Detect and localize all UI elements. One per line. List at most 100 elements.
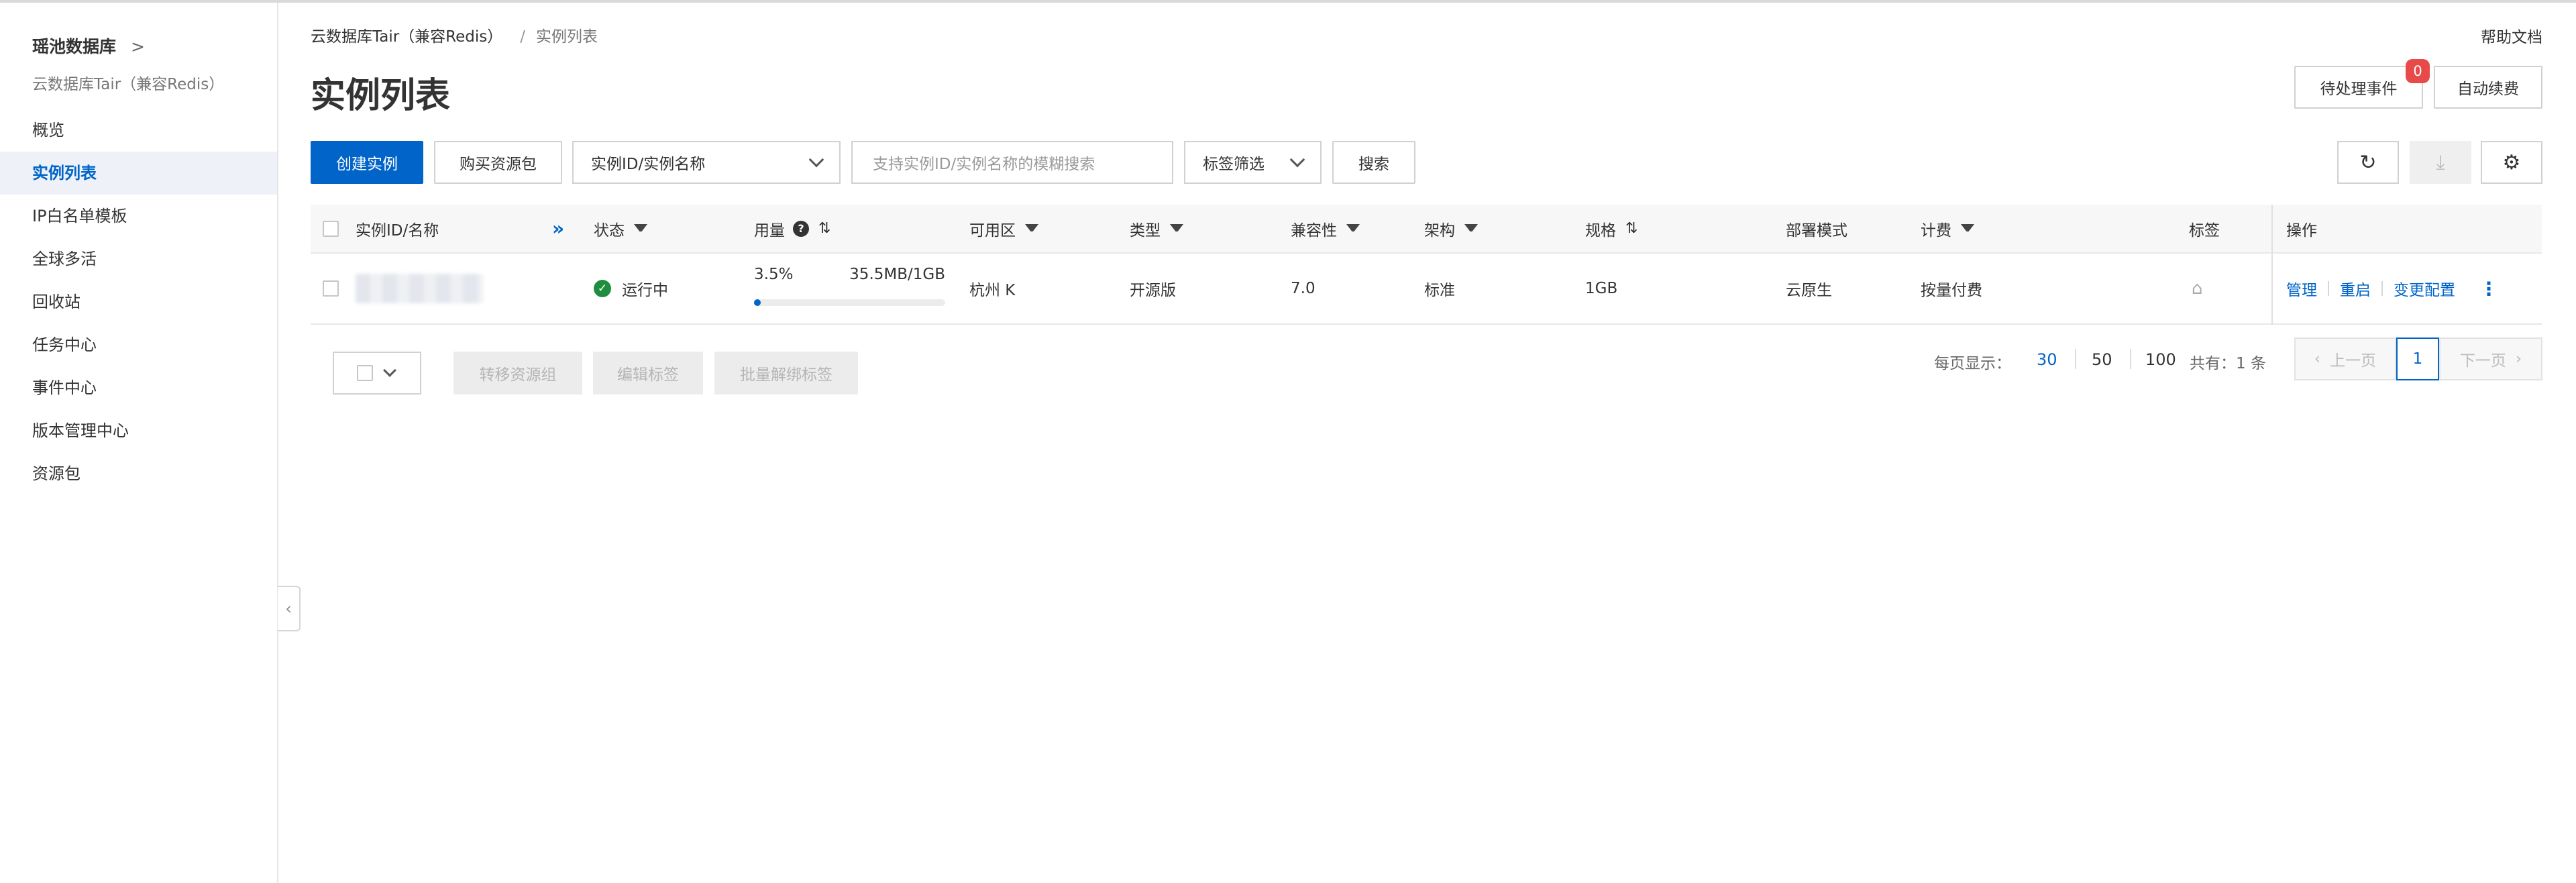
prev-page-label: 上一页 (2330, 352, 2377, 370)
sidebar-item-overview[interactable]: 概览 (0, 109, 277, 152)
divider (2130, 349, 2131, 369)
chevron-right-icon: › (2515, 350, 2522, 368)
tag-filter-select[interactable]: 标签筛选 (1184, 141, 1322, 184)
col-billing[interactable]: 计费 (1921, 205, 1974, 252)
search-input[interactable]: 支持实例ID/实例名称的模糊搜索 (851, 141, 1173, 184)
page-1-button[interactable]: 1 (2396, 337, 2439, 380)
sidebar-item-version-center[interactable]: 版本管理中心 (0, 409, 277, 452)
sort-icon[interactable]: ⇅ (818, 220, 830, 237)
buy-resource-package-button[interactable]: 购买资源包 (434, 141, 562, 184)
sidebar-header: 瑶池数据库 > 云数据库Tair（兼容Redis） (32, 34, 224, 94)
settings-button[interactable]: ⚙ (2481, 141, 2542, 184)
col-usage-label: 用量 (754, 221, 785, 240)
breadcrumb-parent[interactable]: 云数据库Tair（兼容Redis） (311, 28, 502, 46)
move-resource-group-button[interactable]: 转移资源组 (453, 352, 582, 395)
sidebar-item-task-center[interactable]: 任务中心 (0, 323, 277, 366)
sidebar-item-ip-whitelist[interactable]: IP白名单模板 (0, 195, 277, 238)
col-tags: 标签 (2189, 221, 2220, 240)
help-docs-link[interactable]: 帮助文档 (2481, 24, 2542, 47)
instance-id-redacted[interactable] (356, 254, 483, 323)
tag-icon[interactable]: ⌂ (2192, 254, 2203, 323)
spec-cell: 1GB (1585, 280, 1618, 297)
breadcrumb-current: 实例列表 (536, 28, 598, 46)
redacted-text (356, 274, 483, 303)
filter-icon (1961, 224, 1974, 238)
col-type[interactable]: 类型 (1130, 205, 1183, 252)
chevron-down-icon (1289, 152, 1305, 168)
select-all-checkbox[interactable] (323, 205, 339, 252)
status-cell: ✓ 运行中 (594, 254, 668, 323)
search-field-select[interactable]: 实例ID/实例名称 (572, 141, 841, 184)
gear-icon: ⚙ (2502, 150, 2521, 174)
col-instance-id: 实例ID/名称 (356, 221, 439, 240)
deploy-cell: 云原生 (1786, 282, 1832, 299)
status-text: 运行中 (622, 282, 668, 299)
usage-cell: 3.5% 35.5MB/1GB (754, 254, 945, 323)
col-status-label: 状态 (594, 221, 625, 240)
sidebar-collapse-button[interactable]: ‹ (278, 586, 301, 631)
edit-tags-button[interactable]: 编辑标签 (593, 352, 703, 395)
help-icon[interactable]: ? (793, 220, 809, 237)
download-icon: ⤓ (2436, 150, 2445, 174)
product-subtitle: 云数据库Tair（兼容Redis） (32, 76, 225, 93)
page-size-50[interactable]: 50 (2092, 350, 2112, 369)
sidebar-item-instance-list[interactable]: 实例列表 (0, 152, 277, 195)
restart-link[interactable]: 重启 (2340, 277, 2371, 300)
search-field-value: 实例ID/实例名称 (591, 156, 706, 173)
page-size-label: 每页显示： (1934, 355, 2011, 372)
sidebar-item-resource-package[interactable]: 资源包 (0, 452, 277, 495)
pending-events-button[interactable]: 待处理事件 0 (2294, 59, 2430, 109)
product-title[interactable]: 瑶池数据库 > (32, 34, 224, 58)
type-cell: 开源版 (1130, 282, 1176, 299)
col-status[interactable]: 状态 (594, 205, 647, 252)
batch-unbind-tags-button[interactable]: 批量解绑标签 (714, 352, 858, 395)
sidebar-item-event-center[interactable]: 事件中心 (0, 366, 277, 409)
table-header: 实例ID/名称 » 状态 用量? ⇅ 可用区 类型 兼容性 架构 规格 ⇅ 部署模式… (311, 205, 2542, 254)
refresh-icon: ↻ (2359, 150, 2377, 174)
page-size-100[interactable]: 100 (2145, 350, 2176, 369)
more-actions-icon[interactable]: ⋮ (2479, 278, 2498, 300)
sidebar-item-recycle-bin[interactable]: 回收站 (0, 280, 277, 323)
bulk-select-dropdown[interactable] (333, 352, 421, 395)
col-compat[interactable]: 兼容性 (1291, 205, 1360, 252)
chevron-down-icon (808, 152, 824, 168)
compat-cell: 7.0 (1291, 280, 1316, 297)
refresh-button[interactable]: ↻ (2337, 141, 2399, 184)
table-row[interactable]: ✓ 运行中 3.5% 35.5MB/1GB 杭州 K 开源版 7.0 标准 1GB… (311, 254, 2542, 325)
manage-link[interactable]: 管理 (2286, 277, 2317, 300)
auto-renew-button[interactable]: 自动续费 (2434, 66, 2542, 109)
divider (2381, 281, 2383, 296)
search-button[interactable]: 搜索 (1332, 141, 1415, 184)
chevron-left-icon: ‹ (285, 599, 292, 618)
chevron-left-icon: ‹ (2314, 350, 2321, 368)
col-zone[interactable]: 可用区 (969, 205, 1038, 252)
chevron-down-icon (383, 364, 396, 377)
row-checkbox[interactable] (323, 254, 339, 323)
zone-cell: 杭州 K (969, 282, 1016, 299)
filter-icon (634, 224, 647, 238)
col-arch-label: 架构 (1424, 221, 1455, 240)
expand-columns-icon[interactable]: » (552, 205, 564, 252)
checkbox-box (357, 365, 373, 381)
next-page-button[interactable]: 下一页 › (2439, 337, 2542, 380)
sidebar-item-global-active[interactable]: 全球多活 (0, 238, 277, 280)
breadcrumb: 云数据库Tair（兼容Redis） / 实例列表 (311, 23, 598, 46)
divider (2075, 349, 2076, 369)
col-spec-label: 规格 (1585, 221, 1616, 240)
top-border (0, 0, 2576, 3)
chevron-right-icon: > (131, 37, 145, 56)
create-instance-button[interactable]: 创建实例 (311, 141, 423, 184)
prev-page-button[interactable]: ‹ 上一页 (2294, 337, 2396, 380)
total-count: 共有：1 条 (2190, 355, 2266, 372)
page-size-30[interactable]: 30 (2037, 350, 2057, 369)
usage-progress-bar (754, 299, 945, 306)
col-usage: 用量? ⇅ (754, 205, 830, 252)
change-config-link[interactable]: 变更配置 (2394, 277, 2455, 300)
filter-icon (1464, 224, 1478, 238)
col-arch[interactable]: 架构 (1424, 205, 1478, 252)
billing-cell: 按量付费 (1921, 282, 1982, 299)
filter-icon (1346, 224, 1360, 238)
col-compat-label: 兼容性 (1291, 221, 1337, 240)
download-button[interactable]: ⤓ (2410, 141, 2471, 184)
col-spec[interactable]: 规格 ⇅ (1585, 205, 1638, 252)
